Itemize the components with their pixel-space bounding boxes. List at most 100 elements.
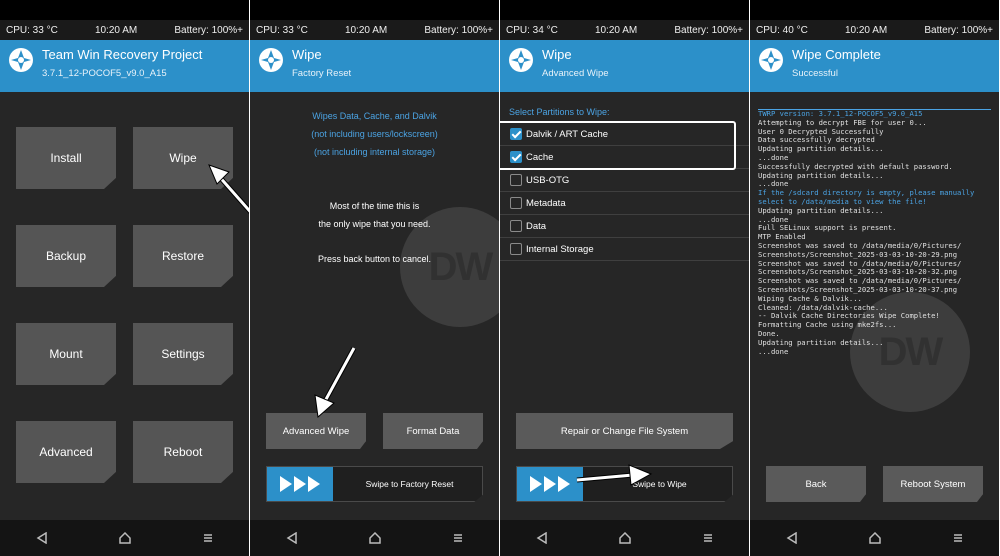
status-bar: CPU: 40 °C 10:20 AM Battery: 100%+ [750, 20, 999, 40]
checkbox[interactable] [510, 174, 522, 186]
nav-bar [500, 520, 749, 556]
partition-label: Internal Storage [526, 243, 594, 255]
partition-data[interactable]: Data [500, 215, 749, 238]
nav-bar [750, 520, 999, 556]
menu-icon[interactable] [452, 532, 464, 544]
checkbox[interactable] [510, 243, 522, 255]
panel-factory-reset: CPU: 33 °C 10:20 AM Battery: 100%+ Wipe … [250, 0, 499, 556]
header: Wipe Advanced Wipe [500, 40, 749, 92]
repair-filesystem-button[interactable]: Repair or Change File System [516, 413, 733, 449]
wipe-info-line: (not including internal storage) [313, 147, 436, 157]
cpu-temp: CPU: 34 °C [506, 24, 558, 36]
header: Wipe Complete Successful [750, 40, 999, 92]
log-line: ...done [758, 346, 789, 356]
swipe-factory-reset-slider[interactable]: Swipe to Factory Reset [266, 466, 483, 502]
back-triangle-icon[interactable] [536, 532, 548, 544]
clock: 10:20 AM [594, 24, 638, 36]
menu-icon[interactable] [202, 532, 214, 544]
page-title: Wipe [292, 47, 322, 62]
cpu-temp: CPU: 40 °C [756, 24, 808, 36]
battery: Battery: 100%+ [924, 24, 993, 36]
pointer-arrow-icon [314, 346, 357, 418]
page-subtitle: Advanced Wipe [542, 68, 609, 79]
mount-button[interactable]: Mount [16, 323, 116, 385]
nav-bar [0, 520, 249, 556]
twrp-logo-icon [509, 48, 533, 72]
checkbox[interactable] [510, 220, 522, 232]
wipe-info-line: (not including users/lockscreen) [311, 129, 438, 139]
restore-button[interactable]: Restore [133, 225, 233, 287]
page-title: Wipe [542, 47, 572, 62]
back-triangle-icon[interactable] [286, 532, 298, 544]
swipe-label: Swipe to Factory Reset [365, 479, 454, 489]
reboot-system-button[interactable]: Reboot System [883, 466, 983, 502]
pointer-arrow-icon [576, 464, 653, 486]
home-icon[interactable] [368, 532, 381, 544]
chevron-right-icon [558, 476, 570, 492]
checkbox[interactable] [510, 197, 522, 209]
chevron-right-icon [544, 476, 556, 492]
partition-label: Metadata [526, 197, 566, 209]
partition-metadata[interactable]: Metadata [500, 192, 749, 215]
page-subtitle: 3.7.1_12-POCOF5_v9.0_A15 [42, 68, 167, 79]
partition-internal-storage[interactable]: Internal Storage [500, 238, 749, 261]
header: Wipe Factory Reset [250, 40, 499, 92]
panel-main-menu: CPU: 33 °C 10:20 AM Battery: 100%+ Team … [0, 0, 249, 556]
clock: 10:20 AM [94, 24, 138, 36]
partition-label: Data [526, 220, 547, 232]
wipe-info-line: Wipes Data, Cache, and Dalvik [312, 111, 437, 121]
select-partitions-label: Select Partitions to Wipe: [509, 107, 610, 117]
status-bar: CPU: 34 °C 10:20 AM Battery: 100%+ [500, 20, 749, 40]
menu-icon[interactable] [952, 532, 964, 544]
back-button[interactable]: Back [766, 466, 866, 502]
status-bar: CPU: 33 °C 10:20 AM Battery: 100%+ [250, 20, 499, 40]
clock: 10:20 AM [844, 24, 888, 36]
page-title: Wipe Complete [792, 47, 881, 62]
wipe-note-line: Most of the time this is [329, 201, 420, 211]
top-bar [0, 0, 249, 20]
home-icon[interactable] [118, 532, 131, 544]
swipe-handle[interactable] [517, 467, 583, 501]
settings-button[interactable]: Settings [133, 323, 233, 385]
partition-label: USB-OTG [526, 174, 570, 186]
advanced-button[interactable]: Advanced [16, 421, 116, 483]
backup-button[interactable]: Backup [16, 225, 116, 287]
log-line: Formatting Cache using mke2fs... [758, 320, 897, 330]
pointer-arrow-icon [208, 164, 249, 214]
selection-highlight [500, 121, 736, 170]
log-line: Updating partition details... [758, 170, 884, 180]
twrp-logo-icon [9, 48, 33, 72]
install-button[interactable]: Install [16, 127, 116, 189]
panel-advanced-wipe: CPU: 34 °C 10:20 AM Battery: 100%+ Wipe … [500, 0, 749, 556]
log-line: Updating partition details... [758, 144, 884, 154]
menu-icon[interactable] [702, 532, 714, 544]
nav-bar [250, 520, 499, 556]
battery: Battery: 100%+ [174, 24, 243, 36]
cpu-temp: CPU: 33 °C [6, 24, 58, 36]
partition-usb-otg[interactable]: USB-OTG [500, 169, 749, 192]
panel-wipe-complete: CPU: 40 °C 10:20 AM Battery: 100%+ Wipe … [750, 0, 999, 556]
top-bar [750, 0, 999, 20]
twrp-logo-icon [759, 48, 783, 72]
wipe-note-line: the only wipe that you need. [318, 219, 431, 229]
cpu-temp: CPU: 33 °C [256, 24, 308, 36]
page-title: Team Win Recovery Project [42, 47, 203, 62]
reboot-button[interactable]: Reboot [133, 421, 233, 483]
status-bar: CPU: 33 °C 10:20 AM Battery: 100%+ [0, 20, 249, 40]
format-data-button[interactable]: Format Data [383, 413, 483, 449]
page-subtitle: Successful [792, 68, 838, 79]
console-log: TWRP version: 3.7.1_12-POCOF5_v9.0_A15 At… [758, 109, 991, 356]
page-subtitle: Factory Reset [292, 68, 352, 79]
log-line: Updating partition details... [758, 337, 884, 347]
back-triangle-icon[interactable] [36, 532, 48, 544]
home-icon[interactable] [868, 532, 881, 544]
chevron-right-icon [280, 476, 292, 492]
back-note: Press back button to cancel. [317, 254, 432, 264]
log-line: Updating partition details... [758, 205, 884, 215]
back-triangle-icon[interactable] [786, 532, 798, 544]
home-icon[interactable] [618, 532, 631, 544]
top-bar [250, 0, 499, 20]
battery: Battery: 100%+ [424, 24, 493, 36]
top-bar [500, 0, 749, 20]
swipe-handle[interactable] [267, 467, 333, 501]
